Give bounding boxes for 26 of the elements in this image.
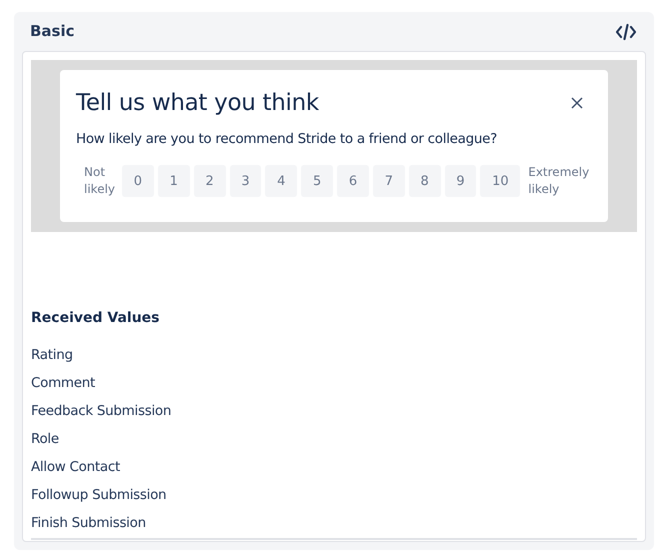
received-value: Allow Contact: [31, 458, 121, 477]
received-value: Followup Submission: [31, 486, 168, 505]
received-value: Role: [31, 430, 60, 449]
rating-option[interactable]: 9: [444, 165, 476, 198]
rating-option[interactable]: 8: [408, 165, 441, 198]
close-icon[interactable]: [571, 97, 583, 109]
received-value: Feedback Submission: [31, 402, 172, 421]
rating-option[interactable]: 6: [337, 165, 369, 198]
rating-option[interactable]: 10: [480, 165, 520, 198]
scale-high-label: Extremely likely: [528, 164, 590, 198]
received-value: Finish Submission: [31, 514, 147, 533]
question-text: How likely are you to recommend Stride to a friend or colleague?: [76, 130, 498, 149]
code-icon[interactable]: [616, 22, 636, 40]
panel-title: Basic: [30, 21, 75, 42]
rating-option[interactable]: 5: [301, 165, 334, 198]
rating-option[interactable]: 3: [230, 165, 262, 198]
dialog-title: Tell us what you think: [76, 89, 319, 118]
rating-option[interactable]: 0: [122, 165, 154, 198]
received-value: Comment: [31, 374, 96, 393]
rating-option[interactable]: 4: [265, 165, 298, 198]
rating-option[interactable]: 2: [194, 165, 226, 198]
rating-option[interactable]: 1: [158, 165, 190, 198]
scale-low-label: Not likely: [83, 164, 114, 198]
received-value: Rating: [31, 346, 74, 365]
section-title: Received Values: [31, 309, 160, 328]
rating-option[interactable]: 7: [372, 165, 405, 198]
